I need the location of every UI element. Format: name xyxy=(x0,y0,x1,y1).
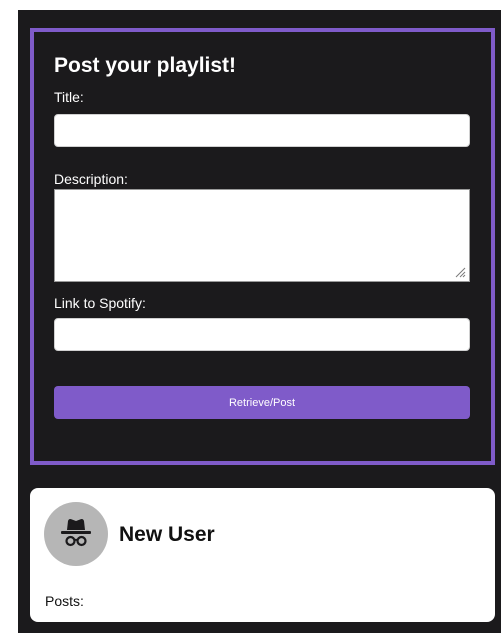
description-label: Description: xyxy=(54,171,128,187)
incognito-icon xyxy=(61,519,91,547)
title-input[interactable] xyxy=(54,114,470,147)
spotify-link-label: Link to Spotify: xyxy=(54,295,146,311)
user-profile-card: New User Posts: xyxy=(30,488,495,622)
spotify-link-input[interactable] xyxy=(54,318,470,351)
description-textarea[interactable] xyxy=(54,189,470,282)
title-label: Title: xyxy=(54,89,84,105)
retrieve-post-button[interactable]: Retrieve/Post xyxy=(54,386,470,419)
resize-grip-icon[interactable] xyxy=(454,266,466,278)
form-heading: Post your playlist! xyxy=(54,54,237,77)
user-name: New User xyxy=(119,523,215,546)
avatar xyxy=(44,502,108,566)
posts-label: Posts: xyxy=(45,593,84,609)
post-playlist-form: Post your playlist! Title: Description: … xyxy=(30,28,495,465)
